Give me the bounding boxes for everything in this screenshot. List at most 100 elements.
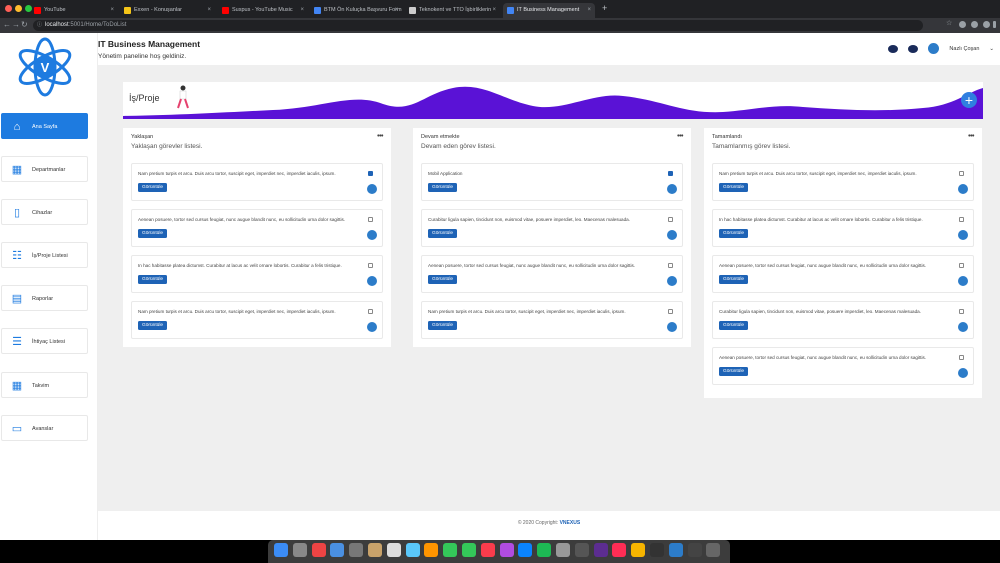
sidebar-item[interactable]: ☰ İhtiyaç Listesi xyxy=(1,328,88,354)
assignee-avatar xyxy=(367,184,377,194)
brand-link[interactable]: VNEXUS xyxy=(560,520,581,526)
close-window-icon[interactable] xyxy=(5,5,12,12)
sidebar-item[interactable]: ☷ İş/Proje Listesi xyxy=(1,242,88,268)
profile-icon[interactable] xyxy=(971,21,978,28)
view-button[interactable]: Görüntüle xyxy=(428,183,458,192)
view-button[interactable]: Görüntüle xyxy=(719,275,749,284)
view-button[interactable]: Görüntüle xyxy=(138,321,168,330)
messages-icon[interactable] xyxy=(888,44,899,53)
close-tab-icon[interactable]: × xyxy=(394,3,398,18)
dock-app-icon[interactable] xyxy=(537,543,552,557)
assignee-avatar xyxy=(367,276,377,286)
sidebar-item[interactable]: ▦ Takvim xyxy=(1,372,88,398)
dock-app-icon[interactable] xyxy=(311,543,326,557)
close-tab-icon[interactable]: × xyxy=(492,3,496,18)
task-checkbox[interactable] xyxy=(368,217,373,222)
reload-icon[interactable]: ↻ xyxy=(21,20,28,29)
view-button[interactable]: Görüntüle xyxy=(428,321,458,330)
dock-app-icon[interactable] xyxy=(386,543,401,557)
dock-app-icon[interactable] xyxy=(368,543,382,557)
task-checkbox[interactable] xyxy=(668,171,673,176)
extension-icon[interactable] xyxy=(959,21,966,28)
chevron-down-icon[interactable]: ⌄ xyxy=(989,46,994,52)
view-button[interactable]: Görüntüle xyxy=(719,367,749,376)
back-icon[interactable]: ← xyxy=(3,20,11,29)
view-button[interactable]: Görüntüle xyxy=(428,229,458,238)
dock-app-icon[interactable] xyxy=(574,543,589,557)
minimize-window-icon[interactable] xyxy=(15,5,22,12)
task-checkbox[interactable] xyxy=(368,263,373,268)
view-button[interactable]: Görüntüle xyxy=(138,183,168,192)
task-checkbox[interactable] xyxy=(959,217,964,222)
wave-decoration xyxy=(123,86,983,119)
url-field[interactable]: ⓘ localhost:5001/Home/ToDoList xyxy=(33,20,923,31)
dock-app-icon[interactable] xyxy=(556,543,570,557)
browser-tab[interactable]: Teknokent ve TTO İşbirliklerin × xyxy=(405,3,500,18)
close-tab-icon[interactable]: × xyxy=(207,3,211,18)
dock-app-icon[interactable] xyxy=(443,543,458,557)
browser-tab[interactable]: BTM Ön Kuluçka Başvuru Form × xyxy=(310,3,402,18)
user-name[interactable]: Nazlı Çoşan xyxy=(949,46,979,52)
task-checkbox[interactable] xyxy=(959,355,964,360)
forward-icon[interactable]: → xyxy=(12,20,20,29)
dock-app-icon[interactable] xyxy=(687,543,702,557)
view-button[interactable]: Görüntüle xyxy=(719,229,749,238)
sidebar-item[interactable]: ▦ Departmanlar xyxy=(1,156,88,182)
close-tab-icon[interactable]: × xyxy=(110,3,114,18)
more-options-icon[interactable]: ••• xyxy=(677,133,683,140)
dock-app-icon[interactable] xyxy=(668,543,683,557)
task-checkbox[interactable] xyxy=(668,263,673,268)
task-checkbox[interactable] xyxy=(368,171,373,176)
dock-app-icon[interactable] xyxy=(292,543,307,557)
dock-app-icon[interactable] xyxy=(405,543,420,557)
dock-app-icon[interactable] xyxy=(424,543,439,557)
dock-app-icon[interactable] xyxy=(462,543,476,557)
dock-app-icon[interactable] xyxy=(706,543,721,557)
browser-tab[interactable]: Exxen - Konuşanlar × xyxy=(120,3,215,18)
dock-app-icon[interactable] xyxy=(330,543,345,557)
new-tab-button[interactable]: + xyxy=(602,3,607,13)
menu-icon[interactable] xyxy=(993,21,996,28)
task-checkbox[interactable] xyxy=(959,309,964,314)
browser-tab[interactable]: IT Business Management × xyxy=(503,3,595,18)
dock-app-icon[interactable] xyxy=(518,543,533,557)
main-content: IT Business Management Yönetim paneline … xyxy=(98,33,1000,540)
extension-icon[interactable] xyxy=(983,21,990,28)
sidebar-item[interactable]: ⌂ Ana Sayfa xyxy=(1,113,88,139)
view-button[interactable]: Görüntüle xyxy=(138,275,168,284)
task-card: Nam pretium turpis et arcu. Duis arcu to… xyxy=(131,301,383,339)
dock-app-icon[interactable] xyxy=(650,543,664,557)
task-checkbox[interactable] xyxy=(959,263,964,268)
sidebar-item[interactable]: ▯ Cihazlar xyxy=(1,199,88,225)
dock-app-icon[interactable] xyxy=(274,543,288,557)
task-checkbox[interactable] xyxy=(668,309,673,314)
dock-app-icon[interactable] xyxy=(499,543,514,557)
user-avatar[interactable] xyxy=(928,43,940,54)
close-tab-icon[interactable]: × xyxy=(587,3,591,18)
dock-app-icon[interactable] xyxy=(631,543,646,557)
more-options-icon[interactable]: ••• xyxy=(968,133,974,140)
task-checkbox[interactable] xyxy=(959,171,964,176)
task-checkbox[interactable] xyxy=(668,217,673,222)
task-checkbox[interactable] xyxy=(368,309,373,314)
view-button[interactable]: Görüntüle xyxy=(719,321,749,330)
dock-app-icon[interactable] xyxy=(480,543,495,557)
browser-tab[interactable]: YouTube × xyxy=(30,3,118,18)
bookmark-star-icon[interactable]: ☆ xyxy=(946,19,953,27)
view-button[interactable]: Görüntüle xyxy=(138,229,168,238)
dock-app-icon[interactable] xyxy=(349,543,364,557)
page-banner: İş/Proje + xyxy=(123,82,983,119)
sidebar-item[interactable]: ▭ Avanslar xyxy=(1,415,88,441)
notifications-icon[interactable] xyxy=(908,44,919,53)
dock-app-icon[interactable] xyxy=(612,543,627,557)
more-options-icon[interactable]: ••• xyxy=(377,133,383,140)
browser-tab[interactable]: Suspus - YouTube Music × xyxy=(218,3,308,18)
sidebar-item[interactable]: ▤ Raporlar xyxy=(1,285,88,311)
payment-icon: ▭ xyxy=(11,423,23,435)
view-button[interactable]: Görüntüle xyxy=(719,183,749,192)
dock-app-icon[interactable] xyxy=(593,543,608,557)
task-card: Aenean posuere, tortor sed cursus feugia… xyxy=(712,255,974,293)
add-task-button[interactable]: + xyxy=(961,92,977,108)
view-button[interactable]: Görüntüle xyxy=(428,275,458,284)
close-tab-icon[interactable]: × xyxy=(300,3,304,18)
